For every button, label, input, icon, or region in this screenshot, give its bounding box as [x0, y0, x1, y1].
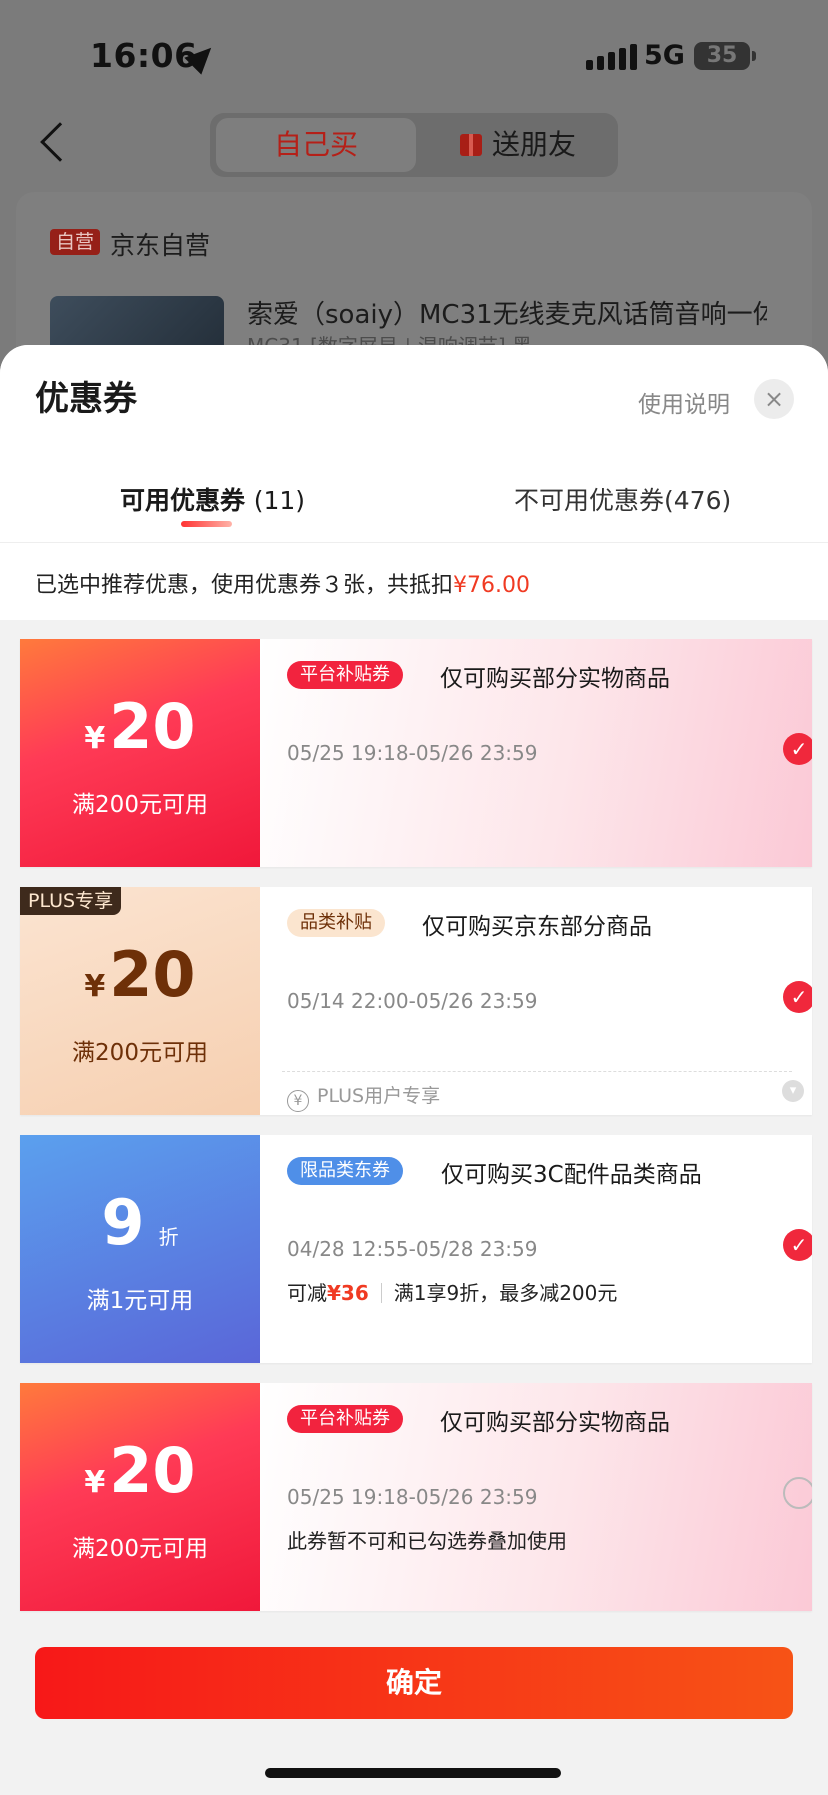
coupon-condition: 满1元可用: [86, 1288, 194, 1314]
coupon-value-panel: ¥20 满200元可用: [20, 1383, 260, 1611]
checked-icon[interactable]: ✓: [783, 733, 812, 765]
checked-icon[interactable]: ✓: [783, 981, 812, 1013]
coupon-validity: 05/25 19:18-05/26 23:59: [287, 1485, 538, 1509]
discount-summary: 已选中推荐优惠，使用优惠券３张，共抵扣¥76.00: [35, 567, 530, 599]
coupon-details: 平台补贴券 仅可购买部分实物商品 05/25 19:18-05/26 23:59…: [260, 639, 812, 867]
plus-exclusive-badge: PLUS专享: [20, 887, 122, 915]
separator: [380, 1283, 382, 1303]
coupon-value: ¥20: [20, 691, 260, 775]
product-title: 索爱（soaiy）MC31无线麦克风话筒音响一体...: [247, 300, 767, 330]
coupon-card[interactable]: 9折 满1元可用 限品类东券 仅可购买3C配件品类商品 04/28 12:55-…: [20, 1135, 812, 1363]
tab-unavailable-count: (476): [664, 486, 732, 515]
coupon-amount: 20: [109, 690, 196, 763]
sheet-title: 优惠券: [35, 379, 137, 419]
tab-buy-for-self[interactable]: 自己买: [216, 118, 416, 172]
saving-prefix: 可减: [287, 1281, 327, 1305]
coupon-condition: 满200元可用: [72, 1536, 208, 1562]
coupon-title: 仅可购买部分实物商品: [440, 1410, 670, 1436]
currency-symbol: ¥: [84, 1465, 106, 1500]
network-label: 5G: [644, 40, 685, 71]
coupon-value: ¥20: [20, 939, 260, 1023]
currency-symbol: ¥: [84, 721, 106, 756]
coupon-stack-note: 此券暂不可和已勾选券叠加使用: [287, 1529, 567, 1553]
sheet-header: 优惠券 使用说明 × 可用优惠券 (11) 不可用优惠券(476) 已选中推荐优…: [0, 345, 828, 620]
self-operated-tag: 自营: [50, 229, 101, 255]
coupon-sheet: 优惠券 使用说明 × 可用优惠券 (11) 不可用优惠券(476) 已选中推荐优…: [0, 345, 828, 1795]
currency-symbol: ¥: [84, 969, 106, 1004]
coupon-title: 仅可购买3C配件品类商品: [441, 1162, 702, 1188]
coupon-details: 品类补贴 仅可购买京东部分商品 05/14 22:00-05/26 23:59 …: [260, 887, 812, 1115]
tab-available-coupons[interactable]: 可用优惠券 (11): [120, 481, 305, 517]
gift-icon: [459, 134, 482, 156]
shop-name: 京东自营: [110, 231, 211, 260]
plus-user-note: ¥ PLUS用户专享: [287, 1081, 440, 1112]
status-time: 16:06: [90, 36, 198, 75]
coupon-rule: 满1享9折，最多减200元: [393, 1281, 618, 1305]
background-page: 16:06 5G 35 自己买 送朋友 自营 京东自营 索爱（soaiy）MC3…: [0, 0, 828, 412]
chevron-down-icon[interactable]: ▾: [782, 1080, 804, 1102]
coupon-value: 9折: [20, 1187, 260, 1273]
signal-icon: [586, 44, 637, 70]
status-bar: 16:06 5G 35: [0, 0, 828, 110]
battery-icon: 35: [694, 42, 756, 70]
coupon-value-panel: ¥20 满200元可用 PLUS专享: [20, 887, 260, 1115]
active-tab-indicator: [181, 521, 232, 527]
tab-available-label: 可用优惠券: [120, 486, 246, 515]
plus-user-note-text: PLUS用户专享: [317, 1085, 441, 1107]
coupon-title: 仅可购买京东部分商品: [422, 914, 652, 940]
coupon-type-chip: 平台补贴券: [287, 1405, 403, 1433]
checked-icon[interactable]: ✓: [783, 1229, 812, 1261]
coupon-details: 限品类东券 仅可购买3C配件品类商品 04/28 12:55-05/28 23:…: [260, 1135, 812, 1363]
coupon-value: ¥20: [20, 1435, 260, 1519]
coupon-saving-info: 可减¥36 满1享9折，最多减200元: [287, 1277, 617, 1306]
coupon-validity: 04/28 12:55-05/28 23:59: [287, 1237, 538, 1261]
coupon-validity: 05/14 22:00-05/26 23:59: [287, 989, 538, 1013]
coupon-amount: 20: [109, 1434, 196, 1507]
tab-available-count: (11): [253, 486, 306, 515]
home-indicator: [265, 1768, 561, 1778]
coupon-title: 仅可购买部分实物商品: [440, 666, 670, 692]
tab-unavailable-label: 不可用优惠券: [514, 486, 665, 515]
usage-instructions-link[interactable]: 使用说明: [638, 385, 730, 419]
watermark: 慢星人7054453LT: [280, 1199, 484, 1227]
coupon-type-chip: 限品类东券: [287, 1157, 403, 1185]
summary-text: 已选中推荐优惠，使用优惠券３张，共抵扣: [35, 573, 454, 598]
purchase-mode-switch: 自己买 送朋友: [210, 113, 618, 177]
coupon-card[interactable]: ¥20 满200元可用 平台补贴券 仅可购买部分实物商品 05/25 19:18…: [20, 1383, 812, 1611]
coupon-value-panel: ¥20 满200元可用: [20, 639, 260, 867]
tab-unavailable-coupons[interactable]: 不可用优惠券(476): [514, 481, 731, 517]
coupon-condition: 满200元可用: [72, 1040, 208, 1066]
coupon-type-chip: 平台补贴券: [287, 661, 403, 689]
coupon-amount: 20: [109, 938, 196, 1011]
discount-unit: 折: [158, 1225, 179, 1249]
coupon-card[interactable]: ¥20 满200元可用 平台补贴券 仅可购买部分实物商品 05/25 19:18…: [20, 639, 812, 867]
tab-gift-label: 送朋友: [491, 128, 576, 161]
back-arrow-icon[interactable]: [40, 122, 80, 162]
coupon-type-chip: 品类补贴: [287, 909, 385, 937]
dashed-divider: [282, 1071, 792, 1072]
coupon-validity: 05/25 19:18-05/26 23:59: [287, 741, 538, 765]
yen-circle-icon: ¥: [287, 1090, 309, 1112]
coupon-condition: 满200元可用: [72, 792, 208, 818]
saving-amount: ¥36: [327, 1281, 369, 1305]
coupon-value-panel: 9折 满1元可用: [20, 1135, 260, 1363]
confirm-button[interactable]: 确定: [35, 1647, 793, 1719]
coupon-details: 平台补贴券 仅可购买部分实物商品 05/25 19:18-05/26 23:59…: [260, 1383, 812, 1611]
divider: [0, 542, 828, 543]
tab-gift-to-friend[interactable]: 送朋友: [424, 118, 612, 172]
close-icon[interactable]: ×: [754, 379, 794, 419]
coupon-card[interactable]: ¥20 满200元可用 PLUS专享 品类补贴 仅可购买京东部分商品 05/14…: [20, 887, 812, 1115]
unchecked-circle-icon[interactable]: [783, 1477, 812, 1509]
summary-amount: ¥76.00: [453, 573, 530, 598]
coupon-amount: 9: [101, 1186, 145, 1259]
